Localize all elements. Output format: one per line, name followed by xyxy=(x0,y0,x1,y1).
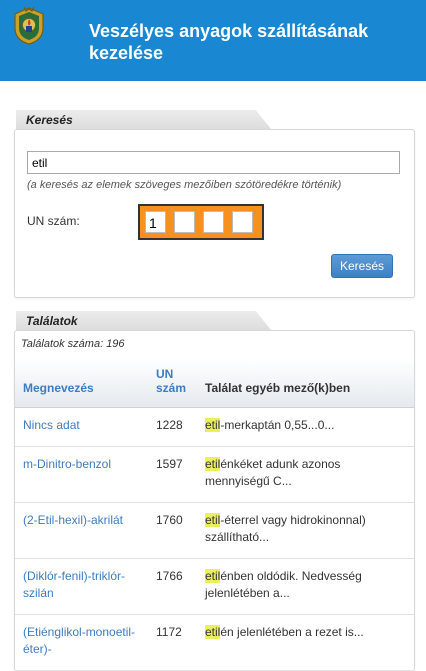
match-rest: énben oldódik. Nedvesség jelenlétében a.… xyxy=(205,569,362,600)
results-count: Találatok száma: 196 xyxy=(21,338,125,350)
match-rest: én jelenlétében a rezet is... xyxy=(220,625,364,639)
search-hint: (a keresés az elemek szöveges mezőiben s… xyxy=(27,179,342,191)
fire-department-emblem-icon xyxy=(14,6,44,45)
app-title: Veszélyes anyagok szállításának kezelése xyxy=(89,21,369,63)
result-match-text: etil-éterrel vagy hidrokinonnal) szállít… xyxy=(197,502,414,559)
table-row: m-Dinitro-benzol 1597 etilénkéket adunk … xyxy=(15,446,414,503)
match-rest: énkéket adunk azonos mennyiségű C... xyxy=(205,457,341,488)
column-header-name[interactable]: Megnevezés xyxy=(15,359,148,408)
table-header-row: Megnevezés UN szám Találat egyéb mező(k)b… xyxy=(15,359,414,408)
match-highlight: etil xyxy=(205,625,221,639)
column-header-un[interactable]: UN szám xyxy=(148,359,197,408)
search-panel-title: Keresés xyxy=(26,113,73,127)
match-rest: -merkaptán 0,55...0... xyxy=(220,418,335,432)
search-panel-tab: Keresés xyxy=(16,110,415,129)
un-number-label: UN szám: xyxy=(27,214,80,228)
result-un-number: 1766 xyxy=(148,558,197,615)
un-number-input-group: 1 xyxy=(138,204,264,240)
table-row: (Diklór-fenil)-triklór-szilán 1766 etilé… xyxy=(15,558,414,615)
column-header-un-line1: UN xyxy=(156,367,174,381)
result-name-link[interactable]: (Etiénglikol-monoetil-éter)- xyxy=(15,614,148,671)
search-button[interactable]: Keresés xyxy=(331,254,393,278)
un-digit-1[interactable]: 1 xyxy=(145,211,166,233)
un-digit-2[interactable] xyxy=(174,211,195,233)
result-un-number: 1760 xyxy=(148,502,197,559)
result-match-text: etilénkéket adunk azonos mennyiségű C... xyxy=(197,446,414,503)
column-header-match: Találat egyéb mező(k)ben xyxy=(197,359,414,408)
results-panel: Találatok száma: 196 Megnevezés UN szám T… xyxy=(14,330,415,671)
match-highlight: etil xyxy=(205,418,221,432)
result-match-text: etil-merkaptán 0,55...0... xyxy=(197,407,414,447)
result-name-link[interactable]: Nincs adat xyxy=(15,407,148,447)
column-header-un-line2: szám xyxy=(156,381,187,395)
search-input[interactable] xyxy=(27,151,400,174)
table-row: Nincs adat 1228 etil-merkaptán 0,55...0.… xyxy=(15,407,414,447)
match-highlight: etil xyxy=(205,569,221,583)
match-highlight: etil xyxy=(205,457,221,471)
results-panel-title: Találatok xyxy=(26,314,78,328)
result-un-number: 1597 xyxy=(148,446,197,503)
result-match-text: etilénben oldódik. Nedvesség jelenlétébe… xyxy=(197,558,414,615)
match-highlight: etil xyxy=(205,513,221,527)
table-row: (Etiénglikol-monoetil-éter)- 1172 etilén… xyxy=(15,614,414,671)
search-panel: (a keresés az elemek szöveges mezőiben s… xyxy=(14,129,415,298)
un-digit-3[interactable] xyxy=(203,211,224,233)
results-panel-tab: Találatok xyxy=(16,311,415,330)
result-match-text: etilén jelenlétében a rezet is... xyxy=(197,614,414,671)
results-table: Megnevezés UN szám Találat egyéb mező(k)b… xyxy=(15,359,414,671)
match-rest: -éterrel vagy hidrokinonnal) szállítható… xyxy=(205,513,366,544)
result-un-number: 1172 xyxy=(148,614,197,671)
result-un-number: 1228 xyxy=(148,407,197,447)
un-digit-4[interactable] xyxy=(232,211,253,233)
result-name-link[interactable]: (Diklór-fenil)-triklór-szilán xyxy=(15,558,148,615)
result-name-link[interactable]: m-Dinitro-benzol xyxy=(15,446,148,503)
app-header: Veszélyes anyagok szállításának kezelése xyxy=(0,0,426,81)
table-row: (2-Etil-hexil)-akrilát 1760 etil-éterrel… xyxy=(15,502,414,559)
result-name-link[interactable]: (2-Etil-hexil)-akrilát xyxy=(15,502,148,559)
